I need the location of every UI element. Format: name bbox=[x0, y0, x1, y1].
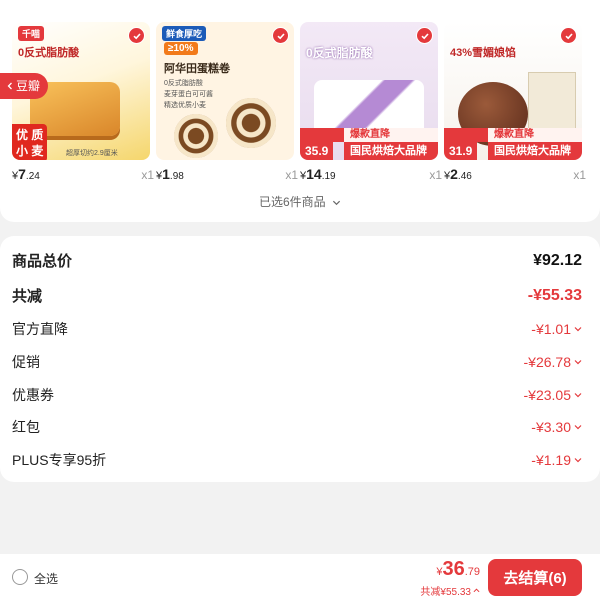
select-all-radio[interactable] bbox=[12, 569, 28, 585]
brand-strip: 国民烘焙大品牌 bbox=[488, 142, 582, 160]
product-image[interactable]: 43%雪媚娘馅 爆款直降 31.9 国民烘焙大品牌 bbox=[444, 22, 582, 160]
product-quantity: x1 bbox=[429, 168, 442, 182]
select-all-label[interactable]: 全选 bbox=[34, 570, 58, 587]
price-badge: 35.9 bbox=[300, 142, 334, 160]
summary-value: -¥26.78 bbox=[524, 354, 582, 370]
product-headline: 43%雪媚娘馅 bbox=[450, 47, 517, 59]
checked-icon[interactable] bbox=[128, 27, 145, 44]
product-price: ¥14.19 bbox=[300, 166, 336, 182]
feature-list: 0反式脂肪酸 麦芽蛋白可可酱 精选优质小麦 bbox=[164, 80, 213, 109]
summary-label: 红包 bbox=[12, 419, 40, 435]
summary-row-official-discount[interactable]: 官方直降 -¥1.01 bbox=[12, 319, 582, 339]
product-quantity: x1 bbox=[573, 168, 586, 182]
price-badge: 31.9 bbox=[444, 142, 478, 160]
summary-label: 优惠券 bbox=[12, 387, 54, 403]
checked-icon[interactable] bbox=[560, 27, 577, 44]
summary-value: -¥1.01 bbox=[531, 321, 582, 337]
summary-row-total: 商品总价 ¥92.12 bbox=[12, 250, 582, 271]
product-item[interactable]: 鲜食厚吃 ≥10% 阿华田蛋糕卷 0反式脂肪酸 麦芽蛋白可可酱 精选优质小麦 ¥… bbox=[156, 22, 298, 182]
chevron-down-icon bbox=[574, 327, 582, 332]
summary-value: ¥92.12 bbox=[533, 251, 582, 269]
douban-label: 豆瓣 bbox=[16, 79, 41, 93]
summary-label: PLUS专享95折 bbox=[12, 452, 107, 468]
summary-label: 官方直降 bbox=[12, 321, 68, 337]
summary-value: -¥3.30 bbox=[531, 419, 582, 435]
cake-roll-illustration bbox=[226, 98, 276, 148]
products-card: 千喵 0反式脂肪酸 优 质 小 麦 超厚切约2.9厘米 ¥7.24 x1 鲜食厚… bbox=[0, 0, 600, 222]
promo-strip: 爆款直降 bbox=[488, 128, 582, 142]
percent-tag: ≥10% bbox=[164, 42, 198, 55]
total-price: ¥36.79 bbox=[436, 558, 480, 580]
checked-icon[interactable] bbox=[272, 27, 289, 44]
summary-value: -¥1.19 bbox=[531, 452, 582, 468]
product-price: ¥1.98 bbox=[156, 166, 184, 182]
product-item[interactable]: 0反式脂肪酸 爆款直降 35.9 国民烘焙大品牌 ¥14.19 x1 bbox=[300, 22, 442, 182]
product-price: ¥7.24 bbox=[12, 166, 40, 182]
summary-label: 共减 bbox=[12, 288, 43, 305]
checkout-button[interactable]: 去结算(6) bbox=[488, 559, 582, 596]
chevron-down-icon bbox=[574, 458, 582, 463]
chevron-down-icon bbox=[574, 425, 582, 430]
reduced-amount-toggle[interactable]: 共减¥55.33 bbox=[420, 583, 480, 598]
selected-count-label: 已选6件商品 bbox=[258, 195, 326, 209]
product-item[interactable]: 43%雪媚娘馅 爆款直降 31.9 国民烘焙大品牌 ¥2.46 x1 bbox=[444, 22, 586, 182]
summary-row-red-packet[interactable]: 红包 -¥3.30 bbox=[12, 417, 582, 437]
summary-value: -¥23.05 bbox=[524, 387, 582, 403]
summary-label: 促销 bbox=[12, 354, 40, 370]
product-headline: 0反式脂肪酸 bbox=[18, 47, 80, 59]
chevron-up-icon bbox=[473, 588, 480, 593]
product-quantity: x1 bbox=[285, 168, 298, 182]
selected-count-toggle[interactable]: 已选6件商品 bbox=[0, 193, 600, 210]
chevron-down-icon bbox=[332, 201, 341, 206]
product-quantity: x1 bbox=[141, 168, 154, 182]
product-headline: 阿华田蛋糕卷 bbox=[164, 63, 230, 75]
product-image[interactable]: 鲜食厚吃 ≥10% 阿华田蛋糕卷 0反式脂肪酸 麦芽蛋白可可酱 精选优质小麦 bbox=[156, 22, 294, 160]
product-image[interactable]: 0反式脂肪酸 爆款直降 35.9 国民烘焙大品牌 bbox=[300, 22, 438, 160]
summary-value: -¥55.33 bbox=[527, 286, 582, 304]
chevron-left-icon bbox=[7, 82, 12, 90]
summary-row-promotion[interactable]: 促销 -¥26.78 bbox=[12, 352, 582, 372]
summary-label: 商品总价 bbox=[12, 253, 73, 270]
summary-row-plus-discount[interactable]: PLUS专享95折 -¥1.19 bbox=[12, 450, 582, 470]
brand-tag: 千喵 bbox=[18, 26, 45, 41]
reduced-amount: 共减¥55.33 bbox=[420, 587, 471, 598]
promo-strip: 爆款直降 bbox=[344, 128, 438, 142]
brand-strip: 国民烘焙大品牌 bbox=[344, 142, 438, 160]
price-summary-card: 商品总价 ¥92.12 共减 -¥55.33 官方直降 -¥1.01 促销 -¥… bbox=[0, 236, 600, 482]
product-price: ¥2.46 bbox=[444, 166, 472, 182]
chevron-down-icon bbox=[574, 360, 582, 365]
box-illustration bbox=[528, 72, 576, 134]
summary-row-coupon[interactable]: 优惠券 -¥23.05 bbox=[12, 385, 582, 405]
brand-tag: 鲜食厚吃 bbox=[162, 26, 207, 41]
checkout-bar: 全选 ¥36.79 共减¥55.33 去结算(6) bbox=[0, 554, 600, 601]
product-headline: 0反式脂肪酸 bbox=[306, 46, 373, 60]
douban-tag[interactable]: 豆瓣 bbox=[0, 73, 49, 99]
checked-icon[interactable] bbox=[416, 27, 433, 44]
product-note: 超厚切约2.9厘米 bbox=[66, 150, 118, 157]
chevron-down-icon bbox=[574, 393, 582, 398]
summary-row-reduction: 共减 -¥55.33 bbox=[12, 285, 582, 306]
cake-roll-illustration bbox=[174, 114, 218, 158]
quality-badge: 优 质 小 麦 bbox=[12, 124, 48, 160]
